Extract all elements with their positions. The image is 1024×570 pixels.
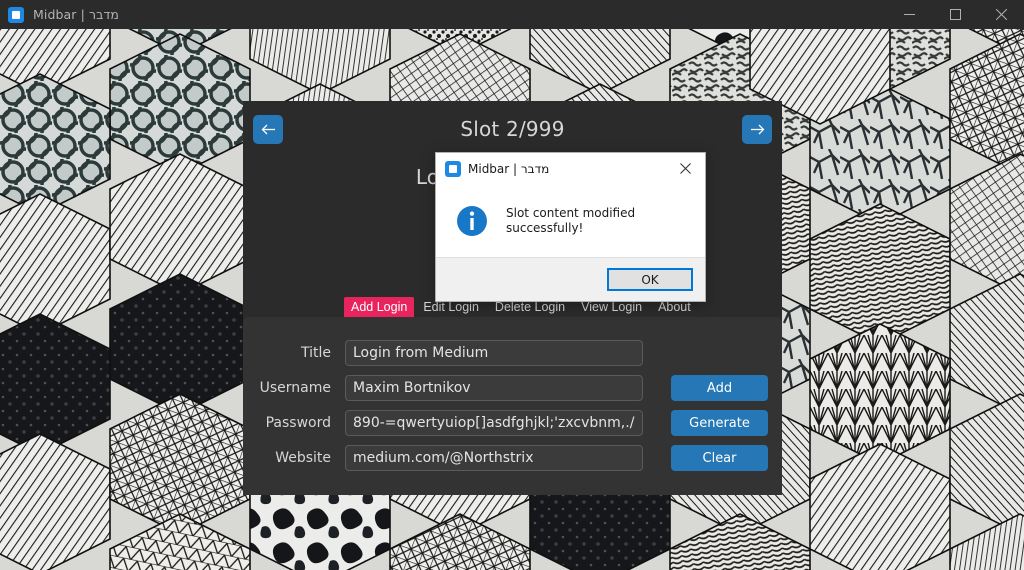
dialog-ok-button[interactable]: OK [607, 268, 693, 291]
clear-button[interactable]: Clear [671, 445, 768, 471]
slot-counter-title: Slot 2/999 [460, 117, 565, 141]
add-login-form: Title Username Password Website Add Gene… [243, 317, 782, 495]
dialog-title: Midbar | מדבר [468, 161, 550, 176]
dialog-body: Slot content modified successfully! [436, 184, 705, 257]
form-row-title: Title [243, 340, 782, 366]
title-label: Title [300, 345, 331, 361]
window-controls [886, 0, 1024, 29]
password-label: Password [265, 415, 331, 431]
close-icon [679, 163, 691, 174]
next-slot-button[interactable] [742, 115, 772, 144]
title-input[interactable] [345, 340, 643, 366]
add-button[interactable]: Add [671, 375, 768, 401]
dialog-footer: OK [436, 257, 705, 301]
window-title: Midbar | מדבר [33, 7, 119, 22]
information-icon [457, 205, 487, 236]
tab-add-login[interactable]: Add Login [344, 297, 415, 318]
website-label: Website [275, 450, 331, 466]
window-titlebar[interactable]: Midbar | מדבר [0, 0, 1024, 29]
dialog-message: Slot content modified successfully! [506, 205, 636, 235]
username-input[interactable] [345, 375, 643, 401]
close-icon[interactable] [978, 0, 1024, 29]
minimize-icon[interactable] [886, 0, 932, 29]
message-dialog: Midbar | מדבר Slot content modified succ… [435, 152, 706, 302]
arrow-right-icon [750, 124, 764, 135]
dialog-close-button[interactable] [665, 153, 705, 184]
website-input[interactable] [345, 445, 643, 471]
username-label: Username [259, 380, 331, 396]
password-input[interactable] [345, 410, 643, 436]
maximize-icon[interactable] [932, 0, 978, 29]
midbar-app-icon [8, 6, 24, 23]
midbar-app-icon [445, 160, 461, 177]
dialog-titlebar[interactable]: Midbar | מדבר [436, 153, 705, 184]
generate-button[interactable]: Generate [671, 410, 768, 436]
